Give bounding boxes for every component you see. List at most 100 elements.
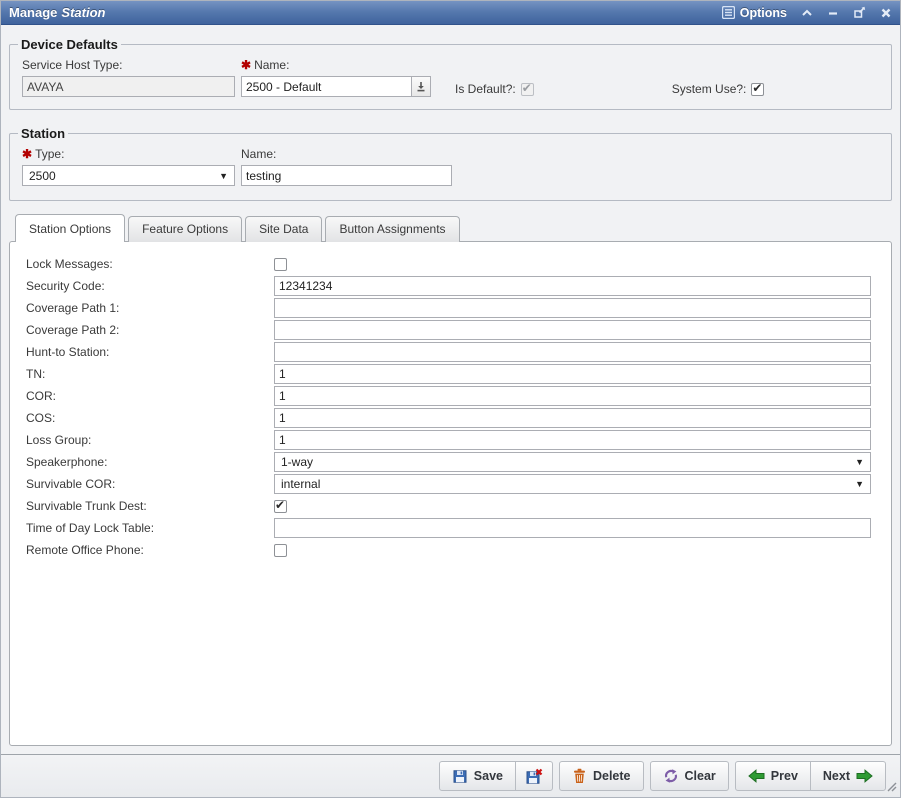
minimize-button[interactable] <box>827 7 839 19</box>
options-button[interactable]: Options <box>722 6 787 20</box>
form-row: Security Code: <box>26 276 871 296</box>
tn-label: TN: <box>26 367 274 381</box>
survivable-cor-value: internal <box>281 477 320 491</box>
list-icon <box>722 6 735 19</box>
lock-messages-label: Lock Messages: <box>26 257 274 271</box>
tab-label: Station Options <box>29 222 111 236</box>
arrow-right-icon <box>856 769 873 783</box>
tab-label: Feature Options <box>142 222 228 236</box>
speakerphone-label: Speakerphone: <box>26 455 274 469</box>
form-row: COR: <box>26 386 871 406</box>
trash-icon <box>572 768 587 784</box>
tab-feature-options[interactable]: Feature Options <box>128 216 242 242</box>
coverage-path-2-input[interactable] <box>274 320 871 340</box>
delete-button-label: Delete <box>593 769 631 783</box>
form-row: Coverage Path 1: <box>26 298 871 318</box>
station-options-form: Lock Messages: Security Code: Coverage Pat… <box>26 254 871 560</box>
resize-grip-icon <box>884 779 897 792</box>
refresh-icon <box>663 768 679 784</box>
clear-button[interactable]: Clear <box>650 761 729 791</box>
form-row: Time of Day Lock Table: <box>26 518 871 538</box>
survivable-cor-label: Survivable COR: <box>26 477 274 491</box>
speakerphone-value: 1-way <box>281 455 313 469</box>
form-row: COS: <box>26 408 871 428</box>
collapse-button[interactable] <box>801 7 813 19</box>
next-button[interactable]: Next <box>810 761 886 791</box>
station-name-label: Name: <box>241 147 452 161</box>
required-marker: ✱ <box>241 58 251 72</box>
device-name-input[interactable] <box>241 76 411 97</box>
form-row: Remote Office Phone: <box>26 540 871 560</box>
tab-label: Site Data <box>259 222 308 236</box>
tn-input[interactable] <box>274 364 871 384</box>
survivable-trunk-dest-label: Survivable Trunk Dest: <box>26 499 274 513</box>
tab-station-options[interactable]: Station Options <box>15 214 125 242</box>
security-code-input[interactable] <box>274 276 871 296</box>
loss-group-label: Loss Group: <box>26 433 274 447</box>
tab-label: Button Assignments <box>339 222 445 236</box>
picker-icon <box>416 81 426 92</box>
form-row: Hunt-to Station: <box>26 342 871 362</box>
close-button[interactable] <box>880 7 892 19</box>
expand-icon <box>853 6 866 19</box>
resize-handle[interactable] <box>884 779 897 795</box>
station-name-input[interactable] <box>241 165 452 186</box>
coverage-path-1-input[interactable] <box>274 298 871 318</box>
system-use-label: System Use?: <box>672 82 747 96</box>
form-row: Speakerphone: 1-way ▼ <box>26 452 871 472</box>
station-tab-panel: Station Options Feature Options Site Data B… <box>9 213 892 746</box>
save-icon <box>452 768 468 784</box>
window-title: ManageStation <box>9 5 105 20</box>
loss-group-input[interactable] <box>274 430 871 450</box>
prev-button[interactable]: Prev <box>735 761 811 791</box>
window-title-prefix: Manage <box>9 5 57 20</box>
survivable-cor-select[interactable]: internal▼ <box>274 474 871 494</box>
tab-strip: Station Options Feature Options Site Data B… <box>9 213 892 241</box>
cor-label: COR: <box>26 389 274 403</box>
tab-site-data[interactable]: Site Data <box>245 216 322 242</box>
system-use-checkbox[interactable] <box>751 83 764 96</box>
options-button-label: Options <box>740 6 787 20</box>
window-titlebar: ManageStation Options <box>1 1 900 25</box>
is-default-checkbox <box>521 83 534 96</box>
chevron-up-icon <box>801 7 813 19</box>
station-type-label: ✱Type: <box>22 147 235 161</box>
minus-icon <box>827 7 839 19</box>
hunt-to-station-input[interactable] <box>274 342 871 362</box>
form-row: Survivable COR:internal▼ <box>26 474 871 494</box>
form-row: Lock Messages: <box>26 254 871 274</box>
remote-office-phone-checkbox[interactable] <box>274 544 287 557</box>
station-type-select[interactable]: 2500 ▼ <box>22 165 235 186</box>
required-marker: ✱ <box>22 147 32 161</box>
save-button[interactable]: Save <box>439 761 516 791</box>
maximize-button[interactable] <box>853 6 866 19</box>
lock-messages-checkbox[interactable] <box>274 258 287 271</box>
tab-button-assignments[interactable]: Button Assignments <box>325 216 459 242</box>
security-code-label: Security Code: <box>26 279 274 293</box>
save-and-close-button[interactable] <box>515 761 553 791</box>
chevron-down-icon: ▼ <box>219 171 228 181</box>
device-name-picker-button[interactable] <box>411 76 431 97</box>
cos-input[interactable] <box>274 408 871 428</box>
close-icon <box>880 7 892 19</box>
form-row: Survivable Trunk Dest: <box>26 496 871 516</box>
station-legend: Station <box>18 126 68 141</box>
device-name-combo <box>241 76 431 97</box>
chevron-down-icon: ▼ <box>855 457 864 467</box>
station-fieldset: Station ✱Type: 2500 ▼ Name: <box>9 126 892 201</box>
survivable-trunk-dest-checkbox[interactable] <box>274 500 287 513</box>
next-button-label: Next <box>823 769 850 783</box>
manage-station-window: ManageStation Options <box>0 0 901 798</box>
save-button-label: Save <box>474 769 503 783</box>
tab-body: Lock Messages: Security Code: Coverage Pat… <box>9 241 892 746</box>
coverage-path-2-label: Coverage Path 2: <box>26 323 274 337</box>
form-row: TN: <box>26 364 871 384</box>
form-row: Loss Group: <box>26 430 871 450</box>
delete-button[interactable]: Delete <box>559 761 644 791</box>
speakerphone-select[interactable]: 1-way ▼ <box>274 452 871 472</box>
cor-input[interactable] <box>274 386 871 406</box>
time-of-day-lock-table-input[interactable] <box>274 518 871 538</box>
station-type-value: 2500 <box>29 169 56 183</box>
is-default-label: Is Default?: <box>455 82 516 96</box>
clear-button-label: Clear <box>685 769 716 783</box>
